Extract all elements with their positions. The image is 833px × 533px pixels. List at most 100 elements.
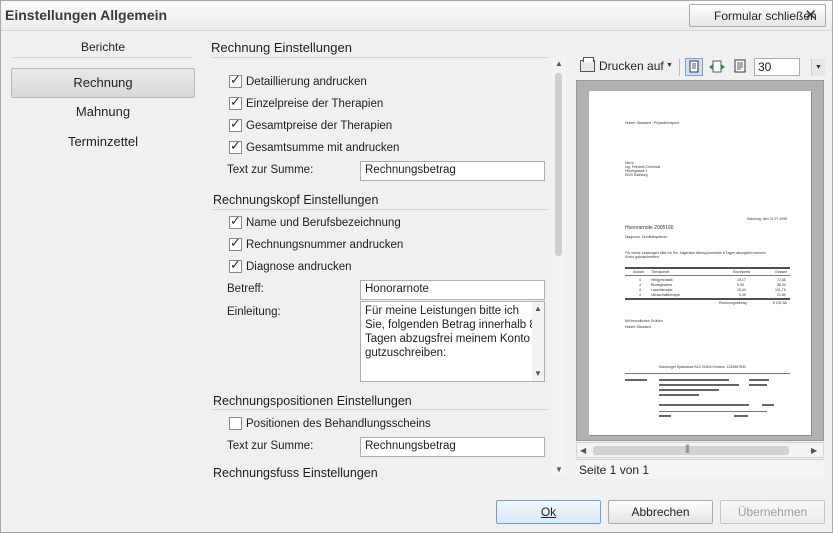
checkbox-label: Diagnose andrucken [246,260,352,273]
positionen-sum-input[interactable]: Rechnungsbetrag [360,437,545,457]
checkbox-box[interactable] [229,72,242,88]
scroll-up-icon[interactable]: ▲ [555,59,563,68]
section-divider [213,409,549,410]
scroll-down-icon[interactable]: ▼ [555,465,563,474]
page-footer-line [604,414,790,418]
scrollbar-thumb[interactable] [555,73,562,256]
checkbox-box[interactable] [229,116,242,132]
page-total: € 232,58 [773,301,787,305]
checkbox-positionen[interactable]: Positionen des Behandlungsscheins [229,417,431,430]
printer-icon[interactable] [580,57,595,72]
title-bar: Einstellungen Allgemein Formular schließ… [1,1,832,31]
checkbox-box[interactable] [229,94,242,110]
checkbox-box[interactable] [229,417,242,430]
preview-page: Hubert Standard · Physiotherapeut Herrn … [589,91,811,435]
page-row-qty: 4 [639,278,641,282]
scrollbar-thumb[interactable]: ||| [593,443,789,455]
page-row-total: 101,76 [775,288,786,292]
nav-divider [13,57,193,58]
page-row-total: 21,80 [777,293,786,297]
betreff-input[interactable]: Honorarnote [360,280,545,300]
page-recipient-4: 5020 Salzburg [625,173,648,177]
page-th-einzelpreis: Einzelpreis [733,270,751,274]
page-row-qty: 4 [639,283,641,287]
ok-button[interactable]: Ok [496,500,601,524]
checkbox-label: Einzelpreise der Therapien [246,97,384,110]
checkbox-detaillierung[interactable]: Detaillierung andrucken [229,72,367,88]
page-row-type: Heilgymnastik [651,278,673,282]
cancel-button[interactable]: Abbrechen [608,500,713,524]
page-intro: Für meine Leistungen bitte ich Sie, folg… [625,251,766,259]
checkbox-rechnungsnummer[interactable]: Rechnungsnummer andrucken [229,235,403,251]
checkbox-einzelpreise[interactable]: Einzelpreise der Therapien [229,94,384,110]
checkbox-box[interactable] [229,138,242,154]
page-row-type: Ultraschalltherapie [651,293,680,297]
einleitung-scrollbar[interactable]: ▲ ▼ [532,302,544,381]
checkbox-label: Positionen des Behandlungsscheins [246,417,431,430]
preview-toolbar: Drucken auf ▼ 30 ▼ [575,56,825,78]
sum-text-input[interactable]: Rechnungsbetrag [360,161,545,181]
checkbox-diagnose[interactable]: Diagnose andrucken [229,257,352,273]
zoom-input[interactable]: 30 [754,58,800,76]
single-page-icon[interactable] [685,58,703,76]
dropdown-arrow-icon[interactable]: ▼ [666,62,673,69]
page-signature: Hubert Standard [625,325,651,329]
checkbox-box[interactable] [229,213,242,229]
close-icon: ✕ [804,7,817,24]
print-preview[interactable]: Hubert Standard · Physiotherapeut Herrn … [576,80,824,441]
page-row-price: 18,17 [737,278,746,282]
page-th-therapieart: Therapieart [651,270,669,274]
print-to-button[interactable]: Drucken auf [599,59,664,73]
page-row-total: 72,68 [777,278,786,282]
checkbox-box[interactable] [229,235,242,251]
page-rule [625,298,790,300]
page-bank: Salzburger Sparkasse BLZ 20404 Kontonr. … [659,365,746,369]
close-form-label: Formular schließen [714,9,817,23]
page-sender: Hubert Standard · Physiotherapeut [625,121,680,125]
page-status: Seite 1 von 1 [576,459,824,479]
page-diagnosis: Diagnose: Zervikalsyndrom [625,235,668,239]
nav-item-rechnung[interactable]: Rechnung [11,68,195,98]
section-title-kopf: Rechnungskopf Einstellungen [213,193,379,207]
checkbox-label: Gesamtpreise der Therapien [246,119,393,132]
page-footer-line [604,388,790,392]
apply-button[interactable]: Übernehmen [720,500,825,524]
page-row-qty: 4 [639,288,641,292]
section-divider [211,57,549,58]
nav-item-terminzettel[interactable]: Terminzettel [11,128,195,158]
page-closing: Mit freundlichen Grüßen [625,319,663,323]
page-heading: Honorarnote 2005166 [625,225,674,231]
page-rule [625,275,790,276]
nav-item-mahnung[interactable]: Mahnung [11,98,195,128]
page-th-anzahl: Anzahl [633,270,644,274]
checkbox-gesamtsumme[interactable]: Gesamtsumme mit andrucken [229,138,400,154]
checkbox-name-beruf[interactable]: Name und Berufsbezeichnung [229,213,401,229]
page-total-label: Rechnungsbetrag [719,301,747,305]
preview-hscrollbar[interactable]: ◀ ||| ▶ [576,442,824,458]
section-title-positionen: Rechnungspositionen Einstellungen [213,394,412,408]
scroll-down-icon[interactable]: ▼ [534,369,542,378]
checkbox-box[interactable] [229,257,242,273]
dropdown-arrow-icon[interactable]: ▼ [811,59,825,76]
page-footer-line [604,403,790,407]
einleitung-textarea[interactable]: Für meine Leistungen bitte ich Sie, folg… [360,301,545,382]
scroll-left-icon[interactable]: ◀ [580,446,586,455]
page-footer-line [604,393,790,397]
scroll-up-icon[interactable]: ▲ [534,304,542,313]
fit-width-icon[interactable] [708,58,726,76]
sum-text-label: Text zur Summe: [227,164,314,176]
checkbox-label: Gesamtsumme mit andrucken [246,141,400,154]
checkbox-gesamtpreise[interactable]: Gesamtpreise der Therapien [229,116,393,132]
nav-header: Berichte [80,40,126,54]
page-th-gesamt: Gesamt [775,270,788,274]
apply-button-label: Übernehmen [737,505,808,519]
page-row-price: 9,08 [737,283,744,287]
page-footer-line [604,378,790,382]
page-view-icon[interactable] [732,58,750,76]
toolbar-separator [679,59,680,76]
page-row-qty: 4 [639,293,641,297]
section-title-fuss: Rechnungsfuss Einstellungen [213,466,378,480]
scroll-right-icon[interactable]: ▶ [811,446,817,455]
close-form-button[interactable]: Formular schließen ✕ [689,4,826,27]
settings-scrollbar[interactable]: ▲ ▼ [552,57,566,477]
